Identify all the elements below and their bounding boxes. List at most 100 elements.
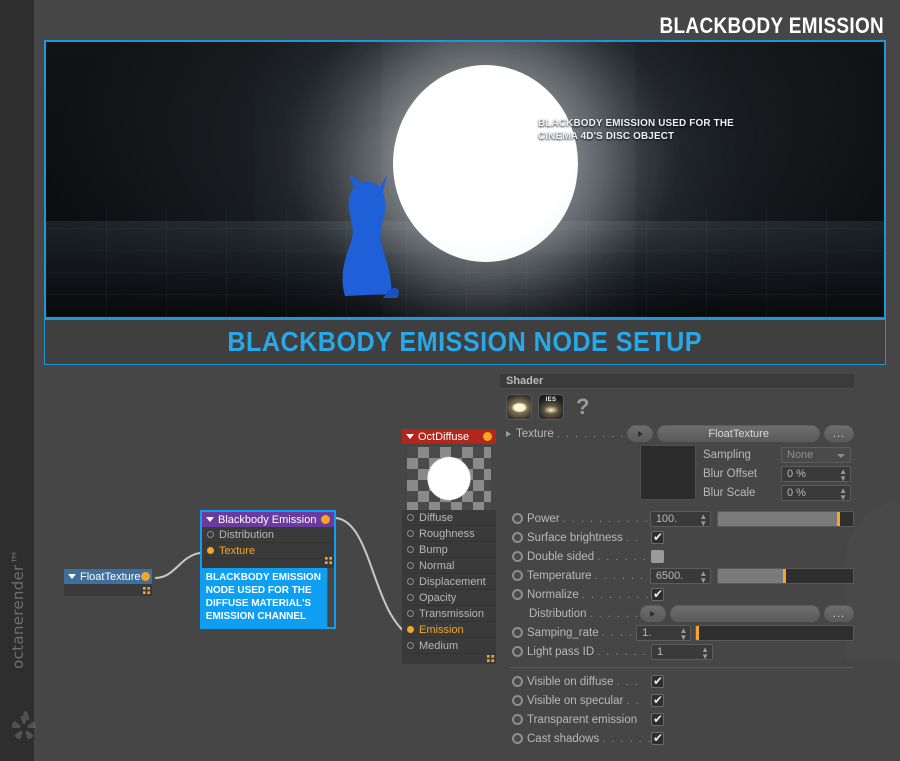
texture-preview-swatch[interactable] [640,445,696,500]
node-port-medium[interactable]: Medium [402,638,496,654]
octane-aperture-logo-icon [12,711,36,740]
visible-on-specular-label: Visible on specular [527,694,624,707]
temperature-dots: . . . . . . . . [594,569,650,582]
node-float-texture-output-port[interactable] [140,572,150,581]
ies-emission-icon[interactable]: IES [538,394,564,420]
power-anim-dot-icon[interactable] [512,513,523,524]
spinner-icon[interactable]: ▲ ▼ [699,512,707,527]
visible-on-specular-checkbox[interactable] [651,693,664,707]
surface-brightness-checkbox[interactable] [651,530,664,544]
node-port-distribution[interactable]: Distribution [202,527,334,543]
cast-shadows-anim-dot-icon[interactable] [512,733,523,744]
node-port-transmission[interactable]: Transmission [402,606,496,622]
spinner-icon[interactable]: ▲ ▼ [839,467,847,482]
double-sided-checkbox[interactable] [651,550,664,563]
resize-grip-icon[interactable] [143,587,150,594]
transparent-emission-anim-dot-icon[interactable] [512,714,523,725]
sampling-row: Sampling None [703,445,851,464]
hero-caption-line-1: BLACKBODY EMISSION USED FOR THE [538,117,734,129]
node-blackbody-emission-title: Blackbody Emission [218,513,317,526]
node-port-displacement[interactable]: Displacement [402,574,496,590]
node-port-bump[interactable]: Bump [402,542,496,558]
light-pass-id-anim-dot-icon[interactable] [512,646,523,657]
spinner-icon[interactable]: ▲ ▼ [701,645,709,660]
resize-grip-icon[interactable] [325,557,332,564]
sampling-rate-dots: . . . . . . [601,626,636,639]
power-slider[interactable] [717,510,854,527]
blur-scale-value[interactable]: 0 % [787,487,806,499]
texture-value-button[interactable]: FloatTexture [657,425,820,442]
temperature-anim-dot-icon[interactable] [512,570,523,581]
chevron-down-icon [837,453,845,458]
collapse-caret-icon[interactable] [206,517,214,522]
sampling-rate-input: 1. ▲ ▼ [636,624,692,641]
node-port-diffuse[interactable]: Diffuse [402,510,496,526]
node-port-medium-label: Medium [419,639,459,652]
node-oct-diffuse[interactable]: OctDiffuse Diffuse Roughness Bump Normal… [402,429,496,664]
node-port-emission[interactable]: Emission [402,622,496,638]
normalize-anim-dot-icon[interactable] [512,589,523,600]
temperature-value[interactable]: 6500. [656,570,684,582]
spinner-icon[interactable]: ▲ ▼ [839,486,847,501]
blur-scale-row: Blur Scale 0 % ▲ ▼ [703,483,851,502]
node-float-texture-title: FloatTexture [80,570,141,583]
cast-shadows-checkbox[interactable] [651,731,664,745]
visible-on-diffuse-anim-dot-icon[interactable] [512,676,523,687]
sampling-rate-value[interactable]: 1. [642,627,651,639]
node-port-normal[interactable]: Normal [402,558,496,574]
distribution-value-button[interactable] [669,605,820,622]
sampling-select[interactable]: None [781,446,851,463]
light-pass-id-dots: . . . . . . . [597,645,651,658]
node-float-texture-header[interactable]: FloatTexture [64,569,152,584]
node-port-bump-label: Bump [419,543,448,556]
light-pass-id-value[interactable]: 1 [657,646,663,658]
resize-grip-icon[interactable] [487,655,494,662]
double-sided-row: Double sided . . . . . . . [500,547,854,566]
help-icon[interactable]: ? [576,396,589,418]
temperature-label: Temperature [527,569,592,582]
temperature-input: 6500. ▲ ▼ [649,567,712,584]
texture-arrow-button[interactable] [627,425,654,442]
node-blackbody-emission-header[interactable]: Blackbody Emission [202,512,334,527]
temperature-slider[interactable] [717,567,854,584]
visible-on-diffuse-dots: . . . [616,675,640,688]
blur-scale-label: Blur Scale [703,486,756,499]
node-port-texture[interactable]: Texture [202,543,334,564]
sampling-rate-label-group: Samping_rate . . . . . . [527,627,636,639]
blackbody-emission-icon[interactable] [506,394,532,420]
distribution-arrow-button[interactable] [639,605,666,622]
sampling-rate-slider[interactable] [695,624,854,641]
node-port-displacement-label: Displacement [419,575,486,588]
node-oct-diffuse-preview[interactable] [407,447,491,510]
power-value[interactable]: 100. [656,513,677,525]
expand-triangle-icon[interactable] [506,430,511,437]
double-sided-anim-dot-icon[interactable] [512,551,523,562]
hero-caption-line-2: CINEMA 4D'S DISC OBJECT [538,130,675,142]
port-dot-icon [207,531,214,538]
visible-on-diffuse-checkbox[interactable] [651,674,664,688]
node-blackbody-emission-output-port[interactable] [321,515,330,524]
normalize-checkbox[interactable] [651,587,664,601]
page-title: BLACKBODY EMISSION [659,13,884,38]
node-oct-diffuse-output-port[interactable] [483,432,492,441]
surface-brightness-anim-dot-icon[interactable] [512,532,523,543]
node-blackbody-emission[interactable]: Blackbody Emission Distribution Texture … [200,510,336,629]
node-port-opacity[interactable]: Opacity [402,590,496,606]
spinner-icon[interactable]: ▲ ▼ [680,626,688,641]
texture-more-button[interactable]: ... [824,425,854,442]
node-oct-diffuse-header[interactable]: OctDiffuse [402,429,496,444]
node-float-texture[interactable]: FloatTexture [64,569,152,596]
cast-shadows-row: Cast shadows . . . . . . [500,729,854,748]
surface-brightness-dots: . . [625,531,640,544]
normalize-row: Normalize . . . . . . . . . . [500,585,854,604]
node-port-roughness[interactable]: Roughness [402,526,496,542]
blur-offset-value[interactable]: 0 % [787,468,806,480]
collapse-caret-icon[interactable] [68,574,76,579]
spinner-icon[interactable]: ▲ ▼ [699,569,707,584]
sampling-rate-anim-dot-icon[interactable] [512,627,523,638]
node-port-opacity-label: Opacity [419,591,457,604]
visible-on-specular-anim-dot-icon[interactable] [512,695,523,706]
distribution-more-button[interactable]: ... [824,605,854,622]
collapse-caret-icon[interactable] [406,434,414,439]
transparent-emission-checkbox[interactable] [651,712,664,726]
